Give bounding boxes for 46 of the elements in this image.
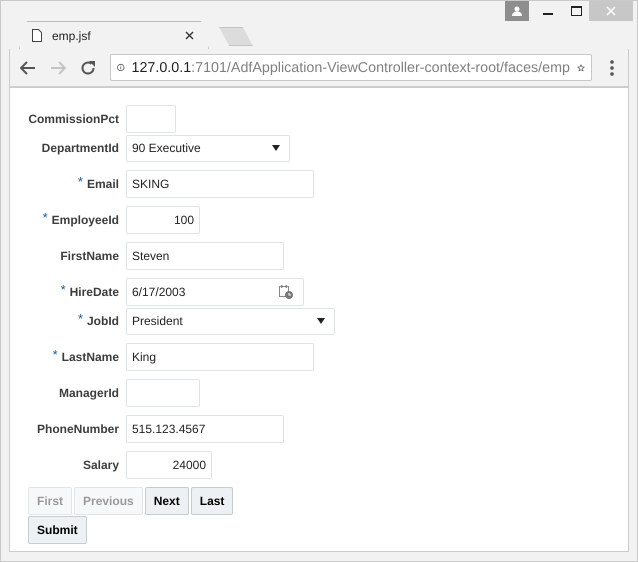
field-label: DepartmentId bbox=[42, 141, 119, 155]
address-bar[interactable]: 127.0.0.1:7101/AdfApplication-ViewController-context-root/faces/emp bbox=[110, 54, 592, 81]
input-field[interactable] bbox=[126, 105, 176, 133]
field-label: Salary bbox=[82, 458, 119, 472]
field-label: CommissionPct bbox=[28, 112, 119, 126]
required-mark: * bbox=[42, 210, 48, 224]
input-field[interactable]: SKING bbox=[126, 170, 314, 198]
input-field[interactable]: Steven bbox=[126, 242, 284, 270]
required-mark: * bbox=[78, 310, 83, 326]
submit-button[interactable]: Submit bbox=[28, 516, 87, 544]
close-tab-icon[interactable] bbox=[185, 31, 194, 40]
field-label: EmployeeId bbox=[52, 213, 119, 227]
field-label: JobId bbox=[87, 314, 119, 328]
field-label: FirstName bbox=[60, 249, 119, 263]
maximize-icon[interactable] bbox=[570, 6, 582, 16]
tab-title: emp.jsf bbox=[52, 28, 92, 42]
required-mark: * bbox=[52, 346, 58, 362]
person-icon bbox=[511, 5, 523, 17]
input-field[interactable]: 515.123.4567 bbox=[126, 415, 284, 443]
document-icon bbox=[32, 29, 42, 42]
field-label: LastName bbox=[62, 350, 119, 364]
next-button[interactable]: Next bbox=[144, 487, 189, 515]
reload-icon[interactable] bbox=[80, 60, 96, 76]
field-label: Email bbox=[86, 177, 119, 191]
dropdown[interactable]: President bbox=[126, 308, 335, 334]
menu-icon[interactable] bbox=[610, 60, 614, 76]
field-label: HireDate bbox=[70, 285, 119, 299]
back-icon[interactable] bbox=[20, 60, 36, 74]
dropdown-arrow-icon bbox=[272, 145, 280, 151]
close-icon bbox=[606, 6, 616, 16]
input-field[interactable]: 24000 bbox=[126, 451, 212, 479]
dropdown[interactable]: 90 Executive bbox=[126, 134, 290, 162]
field-label: PhoneNumber bbox=[36, 422, 119, 436]
calendar-icon[interactable] bbox=[278, 284, 294, 300]
input-field[interactable]: 100 bbox=[126, 206, 200, 234]
last-button[interactable]: Last bbox=[190, 487, 234, 515]
input-field[interactable]: King bbox=[126, 343, 314, 371]
url-text: 127.0.0.1:7101/AdfApplication-ViewController-context-root/faces/emp bbox=[132, 60, 570, 76]
dropdown-arrow-icon bbox=[317, 318, 325, 324]
input-field[interactable] bbox=[126, 379, 200, 407]
profile-button[interactable] bbox=[505, 1, 529, 21]
required-mark: * bbox=[60, 282, 66, 296]
required-mark: * bbox=[78, 174, 83, 188]
browser-tab[interactable]: emp.jsf bbox=[19, 21, 209, 49]
field-label: ManagerId bbox=[58, 386, 119, 400]
date-field[interactable]: 6/17/2003 bbox=[126, 278, 304, 306]
